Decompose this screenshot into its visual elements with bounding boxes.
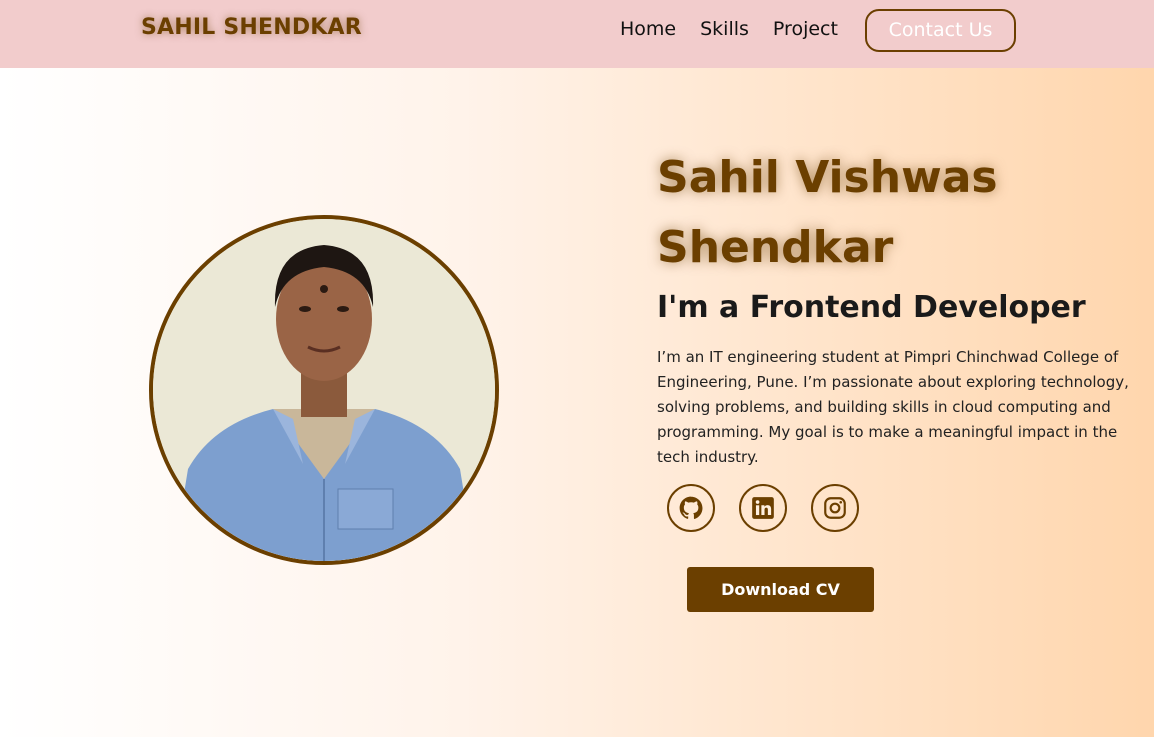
github-link[interactable] [667, 484, 715, 532]
linkedin-icon [752, 497, 774, 519]
github-icon [679, 496, 703, 519]
nav-link-project[interactable]: Project [773, 18, 838, 40]
social-links [667, 484, 859, 532]
hero-name-line2: Shendkar [657, 222, 894, 273]
nav-link-skills[interactable]: Skills [700, 18, 749, 40]
hero-bio: I’m an IT engineering student at Pimpri … [657, 348, 1129, 466]
brand-logo[interactable]: SAHIL SHENDKAR [141, 15, 362, 40]
hero-role: I'm a Frontend Developer [657, 290, 1086, 325]
hero-name: Sahil Vishwas Shendkar [657, 143, 1137, 283]
download-cv-button[interactable]: Download CV [687, 567, 874, 612]
nav-link-home[interactable]: Home [620, 18, 676, 40]
profile-photo [149, 215, 499, 565]
instagram-link[interactable] [811, 484, 859, 532]
instagram-icon [824, 497, 846, 519]
contact-us-button[interactable]: Contact Us [865, 9, 1016, 52]
navbar: SAHIL SHENDKAR Home Skills Project Conta… [0, 0, 1154, 68]
nav-links: Home Skills Project [620, 18, 838, 40]
hero-name-line1: Sahil Vishwas [657, 152, 998, 203]
linkedin-link[interactable] [739, 484, 787, 532]
